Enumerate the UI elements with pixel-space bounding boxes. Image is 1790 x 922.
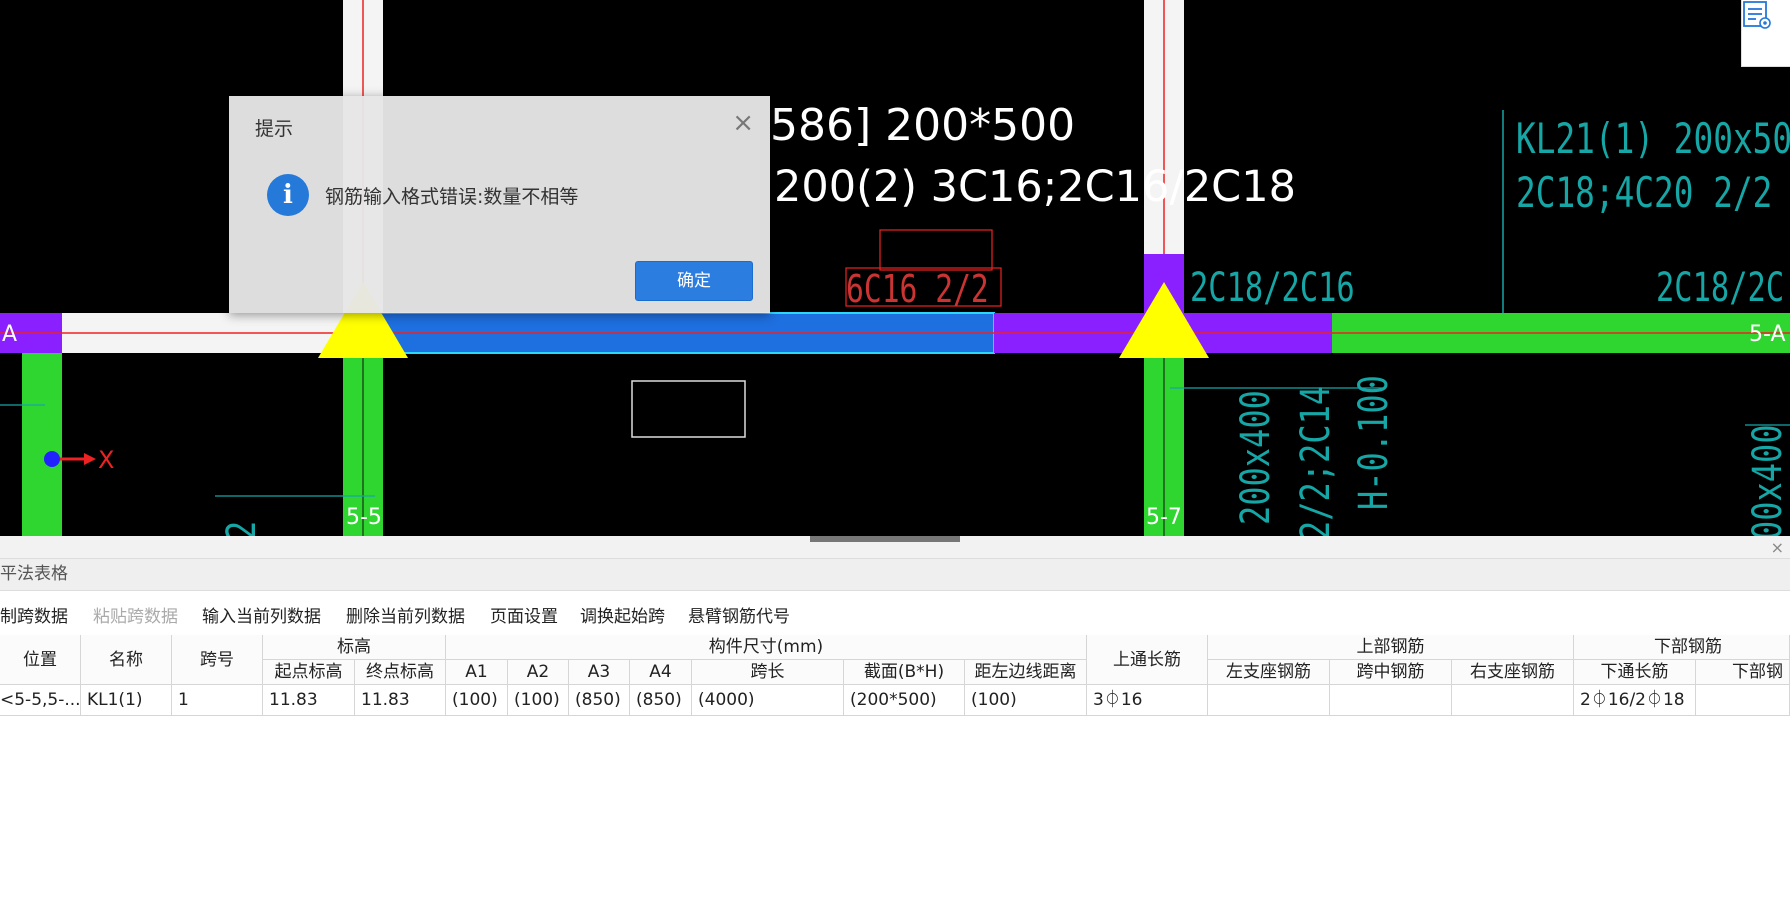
header-bottom-rebar: 下部钢筋 xyxy=(1574,635,1790,660)
info-icon: i xyxy=(267,174,309,216)
right-beam-line2: 2C18;4C20 2/2 xyxy=(1516,168,1773,217)
ucs-origin-icon xyxy=(44,451,60,467)
cell-bottom-through[interactable]: 2⏀16/2⏀18 xyxy=(1574,685,1696,716)
panel-splitter[interactable]: × xyxy=(0,536,1790,559)
cell-a1[interactable]: (100) xyxy=(446,685,508,716)
cell-top-through[interactable]: 3⏀16 xyxy=(1087,685,1208,716)
right-beam-line1: KL21(1) 200x500 xyxy=(1516,114,1790,163)
right-rebar-label: 2C18/2C xyxy=(1656,265,1785,311)
header-position: 位置 xyxy=(0,635,81,685)
panel-title-text: 梁平法表格 xyxy=(0,564,68,584)
cell-span-length[interactable]: (4000) xyxy=(692,685,844,716)
red-rebar-label: 6C16 2/2 xyxy=(846,267,989,311)
cell-end-elev[interactable]: 11.83 xyxy=(355,685,446,716)
dialog-title: 提示 xyxy=(255,118,294,140)
grid-label-5-7: 5-7 xyxy=(1146,505,1182,530)
header-dimensions: 构件尺寸(mm) xyxy=(446,635,1087,660)
splitter-handle[interactable] xyxy=(810,536,960,542)
beam-label-line2: 200(2) 3C16;2C16/2C18 xyxy=(774,162,1296,212)
page-setup-button[interactable]: 页面设置 xyxy=(490,602,558,627)
cell-mid-span[interactable] xyxy=(1330,685,1452,716)
panel-close-icon[interactable]: × xyxy=(1771,538,1784,557)
header-dist-left: 距左边线距离 xyxy=(965,660,1087,685)
header-name: 名称 xyxy=(81,635,172,685)
grid-label-5-5: 5-5 xyxy=(346,505,382,530)
ok-button[interactable]: 确定 xyxy=(635,261,753,301)
header-span: 跨号 xyxy=(172,635,263,685)
header-bottom-extra: 下部钢 xyxy=(1696,660,1790,685)
header-span-length: 跨长 xyxy=(692,660,844,685)
cell-a4[interactable]: (850) xyxy=(630,685,692,716)
mid-rebar-label: 2C18/2C16 xyxy=(1190,265,1355,311)
header-bottom-through: 下通长筋 xyxy=(1574,660,1696,685)
col-text-2: 2/2;2C14 xyxy=(1293,385,1339,536)
swap-start-span-button[interactable]: 调换起始跨 xyxy=(580,602,665,627)
axis-label-right: 5-A xyxy=(1749,322,1786,347)
header-top-rebar: 上部钢筋 xyxy=(1208,635,1574,660)
cell-position[interactable]: <5-5,5-... xyxy=(0,685,81,716)
cell-section[interactable]: (200*500) xyxy=(844,685,965,716)
cell-start-elev[interactable]: 11.83 xyxy=(263,685,355,716)
panel-title: 梁平法表格 xyxy=(0,559,1790,591)
header-elevation: 标高 xyxy=(263,635,446,660)
header-mid-span: 跨中钢筋 xyxy=(1330,660,1452,685)
header-a2: A2 xyxy=(508,660,569,685)
cell-right-support[interactable] xyxy=(1452,685,1574,716)
cell-dist-left[interactable]: (100) xyxy=(965,685,1087,716)
view-list-icon[interactable] xyxy=(1741,0,1790,67)
col-text-3: H-0.100 xyxy=(1351,375,1397,510)
table-toolbar: 复制跨数据 粘贴跨数据 输入当前列数据 删除当前列数据 页面设置 调换起始跨 悬… xyxy=(0,591,1790,635)
header-top-through: 上通长筋 xyxy=(1087,635,1208,685)
header-section: 截面(B*H) xyxy=(844,660,965,685)
cell-span[interactable]: 1 xyxy=(172,685,263,716)
input-column-button[interactable]: 输入当前列数据 xyxy=(202,602,321,627)
copy-span-button[interactable]: 复制跨数据 xyxy=(0,602,68,627)
cell-a3[interactable]: (850) xyxy=(569,685,630,716)
header-a3: A3 xyxy=(569,660,630,685)
col-text-4: 00x400 xyxy=(1745,424,1790,536)
alert-dialog: 提示 × i 钢筋输入格式错误:数量不相等 确定 xyxy=(229,96,770,313)
column-green-1 xyxy=(22,353,62,536)
beam-label-line1: 586] 200*500 xyxy=(770,100,1076,151)
dialog-close-icon[interactable]: × xyxy=(732,108,754,138)
header-a4: A4 xyxy=(630,660,692,685)
cell-bottom-extra[interactable] xyxy=(1696,685,1790,716)
selection-box xyxy=(631,380,746,438)
cell-left-support[interactable] xyxy=(1208,685,1330,716)
header-right-support: 右支座钢筋 xyxy=(1452,660,1574,685)
header-left-support: 左支座钢筋 xyxy=(1208,660,1330,685)
cell-a2[interactable]: (100) xyxy=(508,685,569,716)
header-a1: A1 xyxy=(446,660,508,685)
cell-name[interactable]: KL1(1) xyxy=(81,685,172,716)
axis-label-left: A xyxy=(2,322,18,347)
header-end-elev: 终点标高 xyxy=(355,660,446,685)
col-text-1: 200x400 xyxy=(1233,390,1279,525)
delete-column-button[interactable]: 删除当前列数据 xyxy=(346,602,465,627)
dialog-message: 钢筋输入格式错误:数量不相等 xyxy=(325,186,579,208)
ucs-x-label: X xyxy=(98,446,115,474)
header-start-elev: 起点标高 xyxy=(263,660,355,685)
cantilever-code-button[interactable]: 悬臂钢筋代号 xyxy=(688,602,790,627)
left-fragment: 2 xyxy=(219,520,265,536)
paste-span-button[interactable]: 粘贴跨数据 xyxy=(93,602,178,627)
